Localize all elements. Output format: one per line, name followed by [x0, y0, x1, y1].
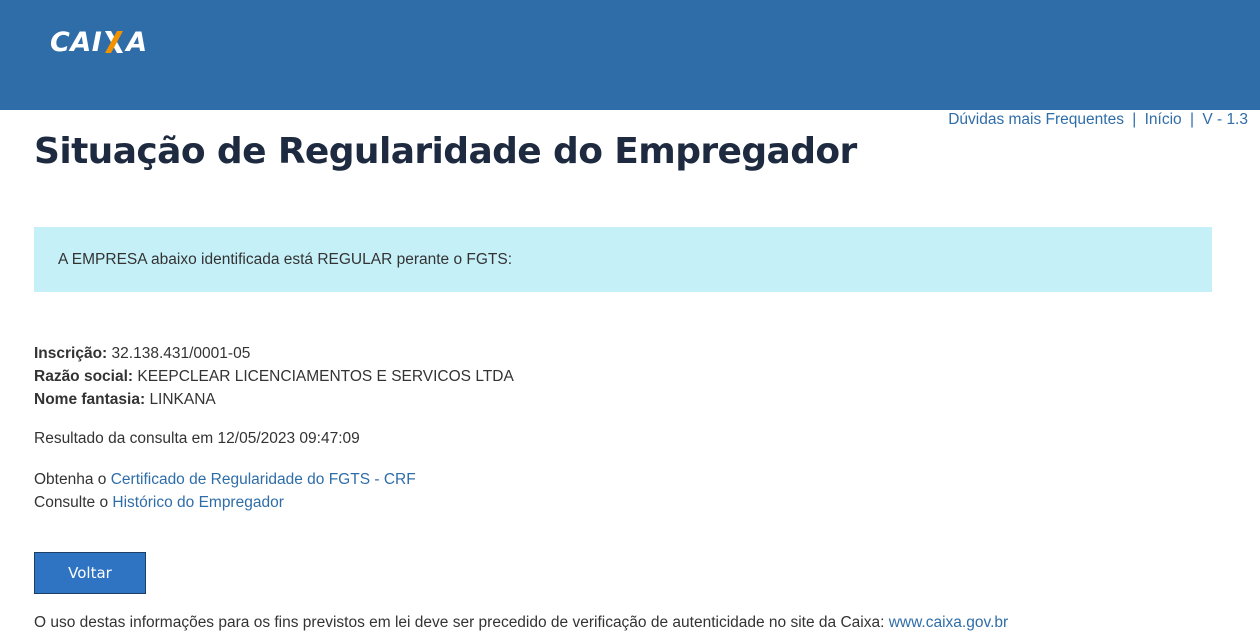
caixa-logo[interactable]: CAI A [50, 26, 148, 58]
razao-social-value: KEEPCLEAR LICENCIAMENTOS E SERVICOS LTDA [137, 368, 514, 385]
razao-social-row: Razão social: KEEPCLEAR LICENCIAMENTOS E… [34, 365, 514, 388]
link-separator: | [1189, 111, 1195, 128]
caixa-site-link[interactable]: www.caixa.gov.br [889, 614, 1008, 631]
historico-link[interactable]: Histórico do Empregador [112, 494, 283, 511]
page-header: CAI A [0, 0, 1260, 110]
logo-x-icon [103, 29, 125, 55]
nome-fantasia-label: Nome fantasia: [34, 391, 146, 408]
back-button[interactable]: Voltar [34, 552, 146, 594]
historico-row: Consulte o Histórico do Empregador [34, 491, 416, 514]
logo-text-left: CAI [50, 26, 103, 58]
faq-link[interactable]: Dúvidas mais Frequentes [948, 111, 1124, 128]
document-links: Obtenha o Certificado de Regularidade do… [34, 468, 416, 514]
crf-link[interactable]: Certificado de Regularidade do FGTS - CR… [111, 471, 416, 488]
logo-text-right: A [126, 26, 148, 58]
footer-note: O uso destas informações para os fins pr… [34, 611, 1008, 634]
query-result: Resultado da consulta em 12/05/2023 09:4… [34, 430, 360, 447]
nome-fantasia-row: Nome fantasia: LINKANA [34, 388, 514, 411]
crf-row: Obtenha o Certificado de Regularidade do… [34, 468, 416, 491]
historico-prefix: Consulte o [34, 494, 109, 511]
status-message: A EMPRESA abaixo identificada está REGUL… [58, 250, 513, 268]
link-separator: | [1132, 111, 1137, 128]
home-link[interactable]: Início [1145, 111, 1182, 128]
top-links: Dúvidas mais Frequentes | Início | V - 1… [948, 111, 1248, 129]
inscricao-label: Inscrição: [34, 345, 108, 362]
crf-prefix: Obtenha o [34, 471, 107, 488]
company-info: Inscrição: 32.138.431/0001-05 Razão soci… [34, 342, 514, 411]
version-link[interactable]: V - 1.3 [1202, 111, 1248, 128]
razao-social-label: Razão social: [34, 368, 134, 385]
status-alert: A EMPRESA abaixo identificada está REGUL… [34, 227, 1212, 292]
inscricao-value: 32.138.431/0001-05 [111, 345, 251, 362]
footer-note-text: O uso destas informações para os fins pr… [34, 614, 885, 631]
nome-fantasia-value: LINKANA [149, 391, 216, 408]
page-title: Situação de Regularidade do Empregador [34, 131, 857, 172]
inscricao-row: Inscrição: 32.138.431/0001-05 [34, 342, 514, 365]
